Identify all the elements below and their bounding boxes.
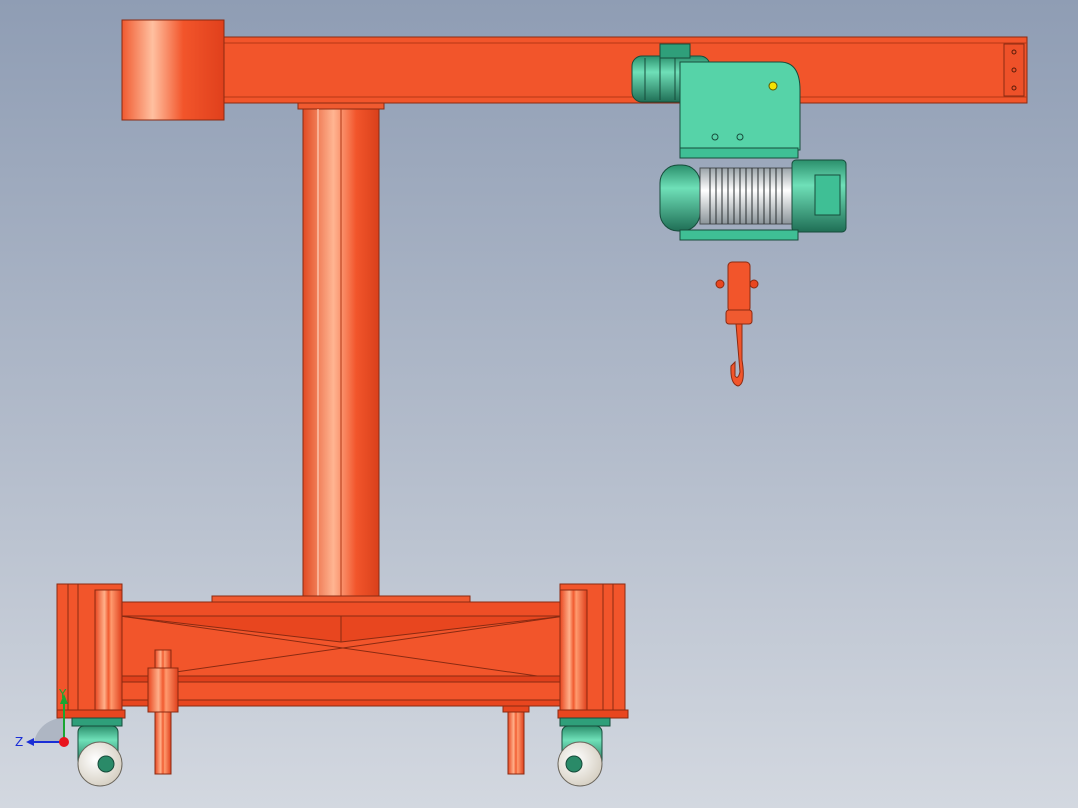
stabilizer-right[interactable]: [502, 705, 530, 775]
stabilizer-left[interactable]: [147, 649, 179, 775]
z-axis-label: Z: [15, 735, 23, 749]
caster-left[interactable]: [71, 717, 123, 787]
hoist-drum-assembly[interactable]: [659, 147, 847, 241]
crane-model-view[interactable]: Y Z: [0, 0, 1078, 808]
right-leg[interactable]: [557, 583, 629, 719]
cad-viewport[interactable]: Y Z: [0, 0, 1078, 808]
base-frame[interactable]: [119, 595, 566, 707]
pivot-head[interactable]: [121, 19, 225, 121]
hook-block[interactable]: [715, 261, 759, 387]
jib-boom[interactable]: [221, 36, 1028, 104]
y-axis-label: Y: [58, 687, 67, 701]
column[interactable]: [297, 102, 385, 598]
caster-right[interactable]: [557, 717, 611, 787]
left-leg[interactable]: [56, 583, 126, 719]
